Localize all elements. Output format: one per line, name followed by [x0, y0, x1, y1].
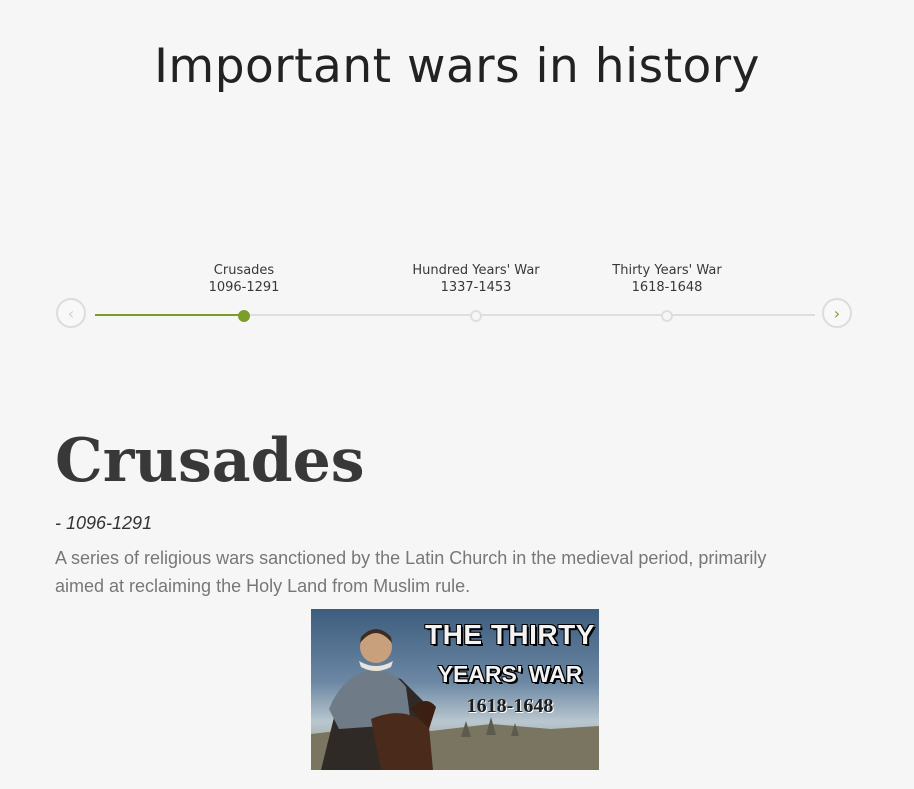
event-date: - 1096-1291 — [55, 513, 153, 533]
page-title: Important wars in history — [154, 39, 760, 95]
timeline-prev-button[interactable]: ‹ — [56, 298, 86, 328]
timeline-event-name: Thirty Years' War — [612, 263, 722, 278]
chevron-right-icon: › — [833, 303, 841, 323]
image-caption-line1: THE THIRTY — [425, 619, 595, 650]
timeline-next-button[interactable]: › — [822, 298, 852, 328]
timeline-event-name: Hundred Years' War — [412, 263, 540, 278]
timeline-event[interactable]: Crusades 1096-1291 — [159, 262, 329, 322]
timeline-dot-active[interactable] — [238, 310, 250, 322]
timeline-event-date: 1337-1453 — [440, 280, 512, 295]
timeline-event-name: Crusades — [213, 263, 275, 278]
event-content: Crusades - 1096-1291 A series of religio… — [55, 425, 815, 600]
timeline-event[interactable]: Hundred Years' War 1337-1453 — [391, 262, 561, 322]
timeline-event[interactable]: Thirty Years' War 1618-1648 — [582, 262, 752, 322]
event-image: THE THIRTY YEARS' WAR 1618-1648 — [311, 609, 599, 770]
timeline-event-date: 1096-1291 — [208, 280, 280, 295]
chevron-left-icon: ‹ — [67, 303, 75, 323]
timeline: ‹ › Crusades 1096-1291 Hundred Years' Wa… — [0, 262, 914, 342]
image-caption-line2: YEARS' WAR — [437, 661, 583, 687]
timeline-dot[interactable] — [661, 310, 673, 322]
event-title: Crusades — [55, 426, 365, 496]
timeline-dot[interactable] — [470, 310, 482, 322]
timeline-event-date: 1618-1648 — [631, 280, 703, 295]
image-caption-line3: 1618-1648 — [466, 695, 554, 717]
event-description: A series of religious wars sanctioned by… — [55, 548, 767, 596]
timeline-progress — [95, 314, 244, 316]
